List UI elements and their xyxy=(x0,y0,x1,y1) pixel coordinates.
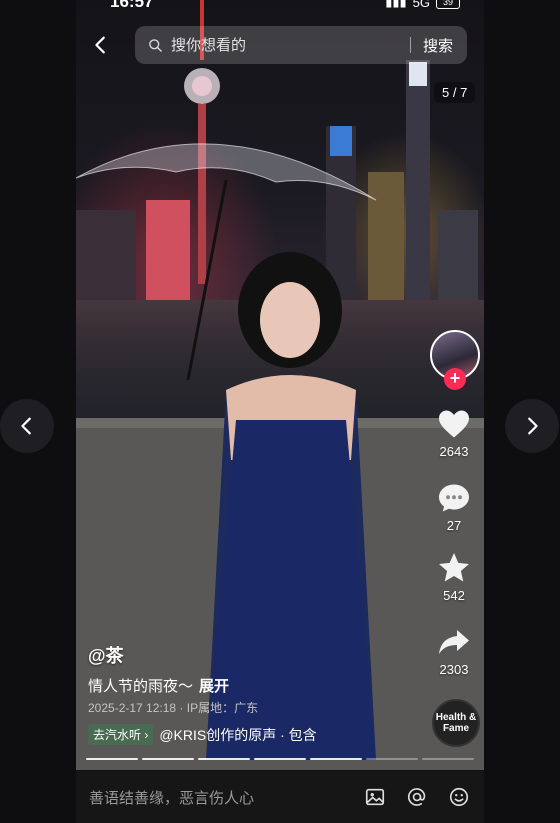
search-button[interactable]: 搜索 xyxy=(411,35,467,56)
post-caption: 情人节的雨夜～ 展开 xyxy=(88,675,229,696)
comment-input[interactable]: 善语结善缘，恶言伤人心 xyxy=(89,787,364,808)
author-name[interactable]: @茶 xyxy=(88,642,124,668)
emoji-icon[interactable] xyxy=(448,786,470,808)
music-title: @KRIS创作的原声 · 包含 xyxy=(159,726,317,743)
author-avatar-group[interactable]: + xyxy=(430,330,480,390)
music-row[interactable]: 去汽水听 › @KRIS创作的原声 · 包含 xyxy=(88,724,338,745)
phone-viewport: 16:57 ▮▮▮ 5G 39 搜索 5 / 7 + 2643 xyxy=(76,0,484,823)
chevron-right-icon xyxy=(528,417,538,435)
comment-button[interactable]: 27 xyxy=(428,480,480,533)
heart-icon xyxy=(439,410,469,438)
like-count: 2643 xyxy=(439,444,469,459)
caption-text: 情人节的雨夜～ xyxy=(88,678,194,695)
share-arrow-icon xyxy=(439,630,469,654)
mention-icon[interactable] xyxy=(406,786,428,808)
music-disc[interactable]: Health & Fame xyxy=(432,699,480,747)
favorite-button[interactable]: 542 xyxy=(428,550,480,603)
status-indicators: ▮▮▮ 5G 39 xyxy=(385,0,460,10)
back-button[interactable] xyxy=(90,34,112,56)
previous-post-button[interactable] xyxy=(0,399,54,453)
search-icon xyxy=(149,38,162,52)
comment-icon xyxy=(439,484,469,512)
progress-segment xyxy=(310,758,362,760)
music-app-tag[interactable]: 去汽水听 › xyxy=(88,724,154,745)
image-page-counter: 5 / 7 xyxy=(434,82,476,103)
share-button[interactable]: 2303 xyxy=(428,624,480,677)
chevron-left-icon xyxy=(21,417,31,435)
comment-bar: 善语结善缘，恶言伤人心 xyxy=(76,771,484,823)
progress-segment xyxy=(366,758,418,760)
search-bar[interactable]: 搜索 xyxy=(135,26,467,64)
comment-count: 27 xyxy=(446,518,462,533)
favorite-count: 542 xyxy=(443,588,465,603)
network-type: 5G xyxy=(412,0,430,10)
photo-illustration xyxy=(76,0,484,770)
follow-button[interactable]: + xyxy=(444,368,466,390)
progress-segment xyxy=(142,758,194,760)
star-icon xyxy=(439,553,469,582)
status-time: 16:57 xyxy=(110,0,154,11)
search-input[interactable] xyxy=(169,35,410,55)
progress-segment xyxy=(254,758,306,760)
like-button[interactable]: 2643 xyxy=(428,406,480,459)
image-progress-indicator xyxy=(86,758,474,760)
battery-icon: 39 xyxy=(436,0,460,9)
signal-icon: ▮▮▮ xyxy=(385,0,407,9)
share-count: 2303 xyxy=(439,662,469,677)
next-post-button[interactable] xyxy=(505,399,559,453)
expand-caption-button[interactable]: 展开 xyxy=(199,678,229,695)
progress-segment xyxy=(86,758,138,760)
image-icon[interactable] xyxy=(364,786,386,808)
post-photo[interactable] xyxy=(76,0,484,770)
progress-segment xyxy=(198,758,250,760)
post-meta: 2025-2-17 12:18 · IP属地：广东 xyxy=(88,701,259,715)
progress-segment xyxy=(422,758,474,760)
